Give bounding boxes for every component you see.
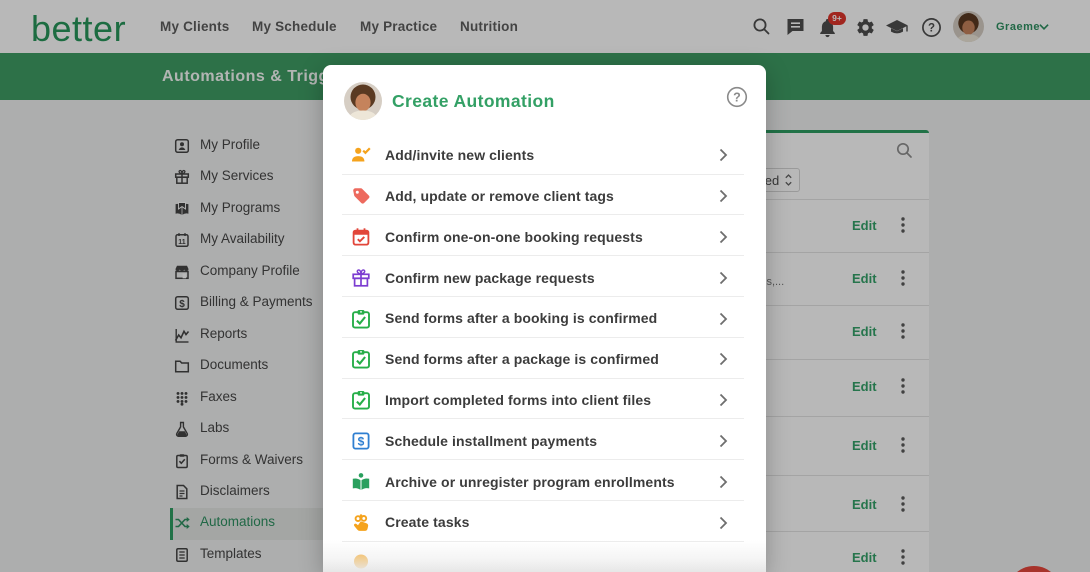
- svg-text:?: ?: [733, 91, 741, 105]
- svg-text:$: $: [358, 434, 365, 448]
